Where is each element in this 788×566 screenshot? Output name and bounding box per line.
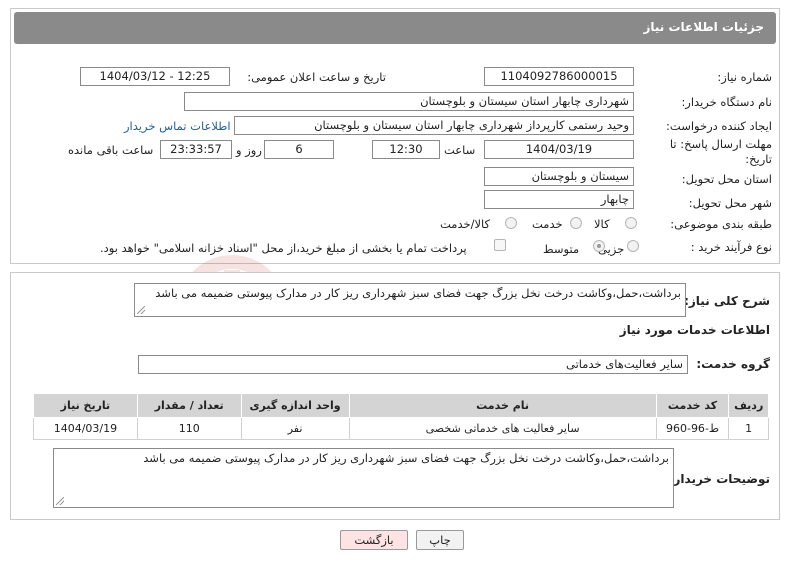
category-option-goods-label: کالا: [594, 217, 610, 231]
table-header-row: ردیف کد خدمت نام خدمت واحد اندازه گیری ت…: [33, 393, 769, 418]
requester-label: ایجاد کننده درخواست:: [666, 119, 772, 133]
category-option-both-label: کالا/خدمت: [440, 217, 491, 231]
remaining-time-field: 23:33:57: [160, 140, 232, 159]
category-label: طبقه بندی موضوعی:: [670, 217, 772, 231]
service-group-label: گروه خدمت:: [696, 357, 770, 371]
process-medium-radio[interactable]: [593, 240, 605, 252]
table-row: 1 ط-96-960 سایر فعالیت های خدماتی شخصی ن…: [33, 417, 769, 440]
city-field: چابهار: [484, 190, 634, 209]
buyer-notes-textarea[interactable]: برداشت،حمل،وکاشت درخت نخل بزرگ جهت فضای …: [53, 448, 674, 508]
announce-datetime-field: 1404/03/12 - 12:25: [80, 67, 230, 86]
cell-quantity: 110: [136, 417, 242, 440]
cell-service-name: سایر فعالیت های خدماتی شخصی: [348, 417, 657, 440]
days-label: روز و: [236, 143, 262, 157]
need-number-field: 1104092786000015: [484, 67, 634, 86]
buyer-notes-label: توضیحات خریدار:: [668, 472, 770, 486]
cell-service-code: ط-96-960: [655, 417, 730, 440]
need-number-label: شماره نیاز:: [717, 70, 772, 84]
col-code-header: کد خدمت: [655, 393, 730, 418]
category-service-radio[interactable]: [570, 217, 582, 229]
buyer-org-field: شهرداری چابهار استان سیستان و بلوچستان: [184, 92, 634, 111]
deadline-date-label: تاریخ:: [745, 152, 772, 166]
cell-unit: نفر: [240, 417, 350, 440]
buyer-contact-link[interactable]: اطلاعات تماس خریدار: [124, 119, 231, 133]
process-type-label: نوع فرآیند خرید :: [690, 240, 772, 254]
need-summary-text: برداشت،حمل،وکاشت درخت نخل بزرگ جهت فضای …: [155, 286, 681, 300]
announce-datetime-label: تاریخ و ساعت اعلان عمومی:: [247, 70, 386, 84]
service-group-field: سایر فعالیت‌های خدماتی: [138, 355, 688, 374]
deadline-time-label: ساعت: [444, 143, 476, 157]
resize-grip-icon[interactable]: [56, 497, 64, 505]
cell-row-number: 1: [728, 417, 769, 440]
days-remaining-field: 6: [264, 140, 334, 159]
page-title: جزئیات اطلاعات نیاز: [643, 20, 764, 34]
deadline-date-field: 1404/03/19: [484, 140, 634, 159]
cell-need-date: 1404/03/19: [33, 417, 138, 440]
process-option-medium-label: متوسط: [543, 242, 580, 256]
need-details-panel: [10, 8, 780, 264]
col-name-header: نام خدمت: [348, 393, 657, 418]
col-unit-header: واحد اندازه گیری: [240, 393, 350, 418]
city-label: شهر محل تحویل:: [688, 196, 772, 210]
print-button[interactable]: چاپ: [416, 530, 464, 550]
col-row-header: ردیف: [728, 393, 769, 418]
province-label: استان محل تحویل:: [681, 172, 772, 186]
buyer-notes-text: برداشت،حمل،وکاشت درخت نخل بزرگ جهت فضای …: [143, 451, 669, 465]
category-both-radio[interactable]: [505, 217, 517, 229]
col-qty-header: تعداد / مقدار: [136, 393, 242, 418]
category-goods-radio[interactable]: [625, 217, 637, 229]
col-date-header: تاریخ نیاز: [33, 393, 138, 418]
need-summary-label: شرح کلی نیاز:: [684, 294, 770, 308]
panel-header: جزئیات اطلاعات نیاز: [14, 12, 776, 44]
requester-field: وحید رستمی کارپرداز شهرداری چابهار استان…: [234, 116, 634, 135]
process-minor-radio[interactable]: [627, 240, 639, 252]
buyer-org-label: نام دستگاه خریدار:: [681, 95, 772, 109]
deadline-label: مهلت ارسال پاسخ: تا: [669, 137, 772, 151]
treasury-payment-note: پرداخت تمام یا بخشی از مبلغ خرید،از محل …: [100, 241, 467, 255]
treasury-payment-checkbox[interactable]: [494, 239, 506, 251]
need-summary-textarea[interactable]: برداشت،حمل،وکاشت درخت نخل بزرگ جهت فضای …: [134, 283, 686, 317]
remaining-time-label: ساعت باقی مانده: [68, 143, 154, 157]
deadline-time-field: 12:30: [372, 140, 440, 159]
province-field: سیستان و بلوچستان: [484, 167, 634, 186]
category-option-service-label: خدمت: [532, 217, 563, 231]
back-button[interactable]: بازگشت: [340, 530, 408, 550]
services-table: ردیف کد خدمت نام خدمت واحد اندازه گیری ت…: [33, 393, 769, 440]
resize-grip-icon[interactable]: [137, 306, 145, 314]
services-section-title: اطلاعات خدمات مورد نیاز: [619, 323, 770, 337]
